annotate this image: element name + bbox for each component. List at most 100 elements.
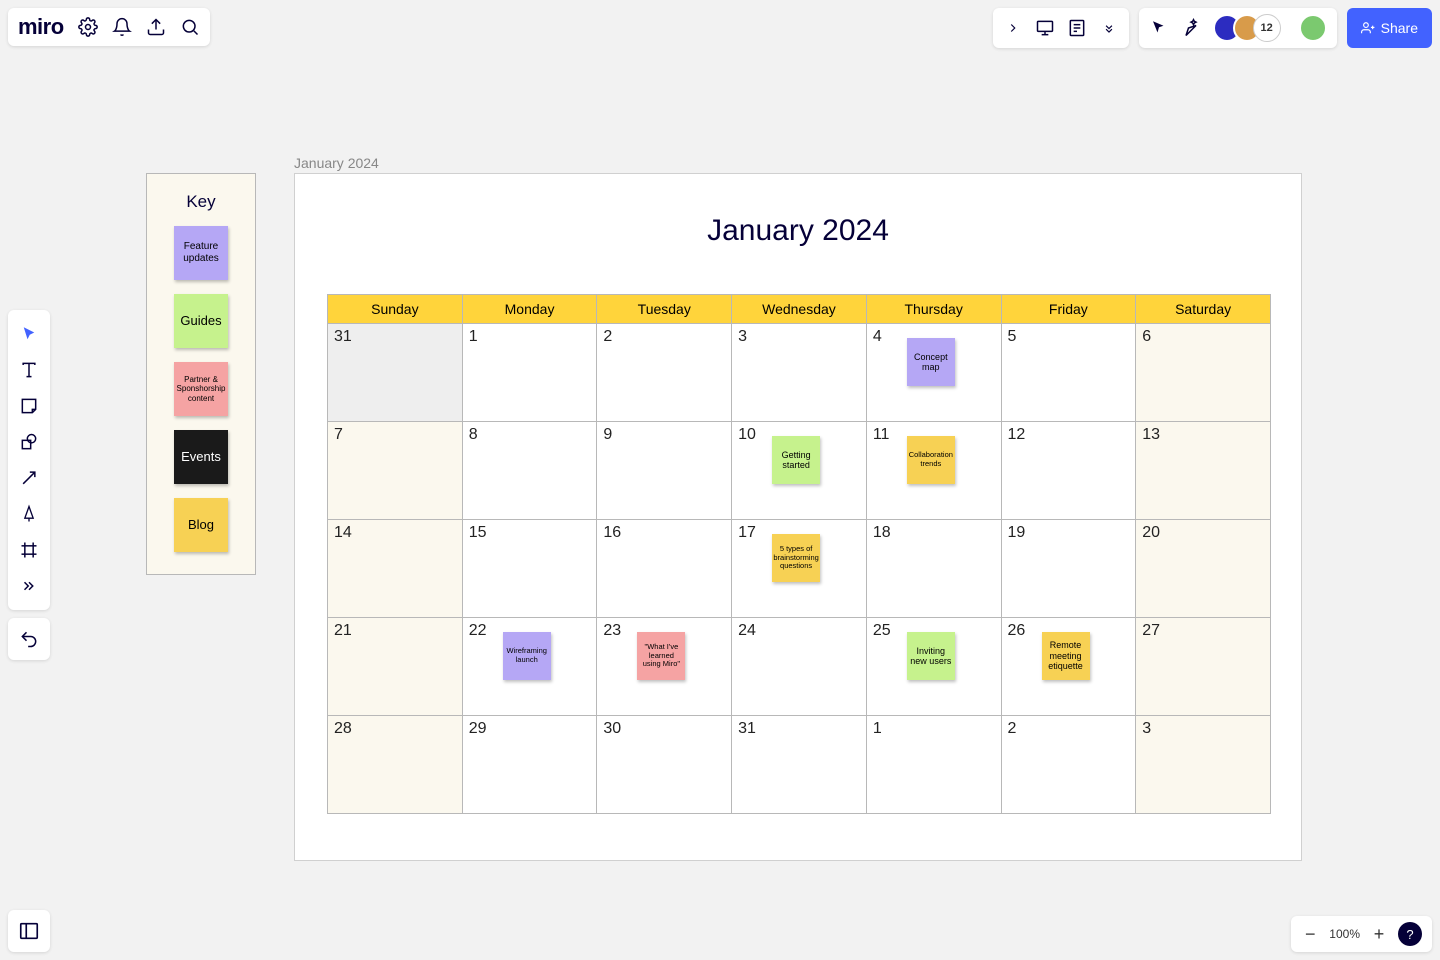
calendar-cell[interactable]: 1 — [866, 716, 1001, 814]
more-tools[interactable] — [8, 568, 50, 604]
calendar-sticky[interactable]: "What I've learned using Miro" — [637, 632, 685, 680]
calendar-sticky[interactable]: Getting started — [772, 436, 820, 484]
collab-group: 12 — [1139, 8, 1337, 48]
calendar-cell[interactable]: 15 — [462, 520, 597, 618]
calendar-cell[interactable]: 1 — [462, 324, 597, 422]
day-number: 16 — [603, 524, 725, 542]
calendar-cell[interactable]: 10Getting started — [732, 422, 867, 520]
key-sticky[interactable]: Feature updates — [174, 226, 228, 280]
pen-tool[interactable] — [8, 496, 50, 532]
share-button[interactable]: Share — [1347, 8, 1432, 48]
calendar-cell[interactable]: 21 — [328, 618, 463, 716]
export-icon[interactable] — [146, 17, 166, 37]
calendar-cell[interactable]: 13 — [1136, 422, 1271, 520]
calendar-cell[interactable]: 22Wireframing launch — [462, 618, 597, 716]
zoom-in-button[interactable]: + — [1370, 925, 1388, 943]
connection-line-tool[interactable] — [8, 460, 50, 496]
calendar-cell[interactable]: 3 — [1136, 716, 1271, 814]
day-number: 28 — [334, 720, 456, 738]
calendar-cell[interactable]: 16 — [597, 520, 732, 618]
notes-icon[interactable] — [1067, 18, 1087, 38]
key-panel[interactable]: Key Feature updatesGuidesPartner & Spons… — [146, 173, 256, 575]
calendar-sticky[interactable]: Inviting new users — [907, 632, 955, 680]
zoom-value[interactable]: 100% — [1329, 927, 1360, 941]
day-header: Wednesday — [732, 295, 867, 324]
view-controls-group — [993, 8, 1129, 48]
calendar-cell[interactable]: 2 — [597, 324, 732, 422]
calendar-cell[interactable]: 3 — [732, 324, 867, 422]
calendar-cell[interactable]: 11Collaboration trends — [866, 422, 1001, 520]
day-number: 8 — [469, 426, 591, 444]
calendar-cell[interactable]: 30 — [597, 716, 732, 814]
avatar-overflow-count[interactable]: 12 — [1253, 14, 1281, 42]
day-number: 21 — [334, 622, 456, 640]
calendar-sticky[interactable]: Collaboration trends — [907, 436, 955, 484]
day-header: Friday — [1001, 295, 1136, 324]
text-tool[interactable] — [8, 352, 50, 388]
cursor-icon[interactable] — [1149, 18, 1169, 38]
calendar-sticky[interactable]: 5 types of brainstorming questions — [772, 534, 820, 582]
day-number: 1 — [469, 328, 591, 346]
share-label: Share — [1381, 20, 1418, 36]
calendar-cell[interactable]: 24 — [732, 618, 867, 716]
more-chevron-icon[interactable] — [1099, 18, 1119, 38]
calendar-cell[interactable]: 14 — [328, 520, 463, 618]
chevron-right-icon[interactable] — [1003, 18, 1023, 38]
frame-label[interactable]: January 2024 — [294, 155, 379, 171]
key-sticky[interactable]: Blog — [174, 498, 228, 552]
key-sticky[interactable]: Partner & Sponshorship content — [174, 362, 228, 416]
calendar-cell[interactable]: 4Concept map — [866, 324, 1001, 422]
day-number: 14 — [334, 524, 456, 542]
left-toolbar — [8, 310, 50, 610]
zoom-out-button[interactable]: − — [1301, 925, 1319, 943]
undo-button[interactable] — [8, 618, 50, 660]
day-header: Saturday — [1136, 295, 1271, 324]
reactions-icon[interactable] — [1181, 18, 1201, 38]
calendar-cell[interactable]: 175 types of brainstorming questions — [732, 520, 867, 618]
collaborator-avatars[interactable]: 12 — [1213, 14, 1281, 42]
search-icon[interactable] — [180, 17, 200, 37]
calendar-sticky[interactable]: Wireframing launch — [503, 632, 551, 680]
day-number: 30 — [603, 720, 725, 738]
calendar-cell[interactable]: 31 — [328, 324, 463, 422]
day-number: 5 — [1008, 328, 1130, 346]
calendar-cell[interactable]: 5 — [1001, 324, 1136, 422]
miro-logo[interactable]: miro — [18, 14, 64, 40]
calendar-sticky[interactable]: Remote meeting etiquette — [1042, 632, 1090, 680]
calendar-cell[interactable]: 27 — [1136, 618, 1271, 716]
day-number: 7 — [334, 426, 456, 444]
current-user-avatar[interactable] — [1299, 14, 1327, 42]
calendar-cell[interactable]: 12 — [1001, 422, 1136, 520]
sticky-note-tool[interactable] — [8, 388, 50, 424]
presentation-icon[interactable] — [1035, 18, 1055, 38]
calendar-cell[interactable]: 23"What I've learned using Miro" — [597, 618, 732, 716]
help-button[interactable]: ? — [1398, 922, 1422, 946]
calendar-sticky[interactable]: Concept map — [907, 338, 955, 386]
calendar-cell[interactable]: 2 — [1001, 716, 1136, 814]
calendar-cell[interactable]: 25Inviting new users — [866, 618, 1001, 716]
panel-toggle[interactable] — [8, 910, 50, 952]
day-number: 29 — [469, 720, 591, 738]
calendar-cell[interactable]: 8 — [462, 422, 597, 520]
key-sticky[interactable]: Guides — [174, 294, 228, 348]
frame-tool[interactable] — [8, 532, 50, 568]
calendar-frame[interactable]: January 2024 SundayMondayTuesdayWednesda… — [294, 173, 1302, 861]
notifications-icon[interactable] — [112, 17, 132, 37]
calendar-cell[interactable]: 29 — [462, 716, 597, 814]
calendar-cell[interactable]: 20 — [1136, 520, 1271, 618]
calendar-cell[interactable]: 26Remote meeting etiquette — [1001, 618, 1136, 716]
calendar-cell[interactable]: 19 — [1001, 520, 1136, 618]
calendar-cell[interactable]: 28 — [328, 716, 463, 814]
calendar-cell[interactable]: 7 — [328, 422, 463, 520]
day-number: 24 — [738, 622, 860, 640]
day-number: 15 — [469, 524, 591, 542]
calendar-cell[interactable]: 31 — [732, 716, 867, 814]
calendar-table[interactable]: SundayMondayTuesdayWednesdayThursdayFrid… — [327, 294, 1271, 814]
calendar-cell[interactable]: 9 — [597, 422, 732, 520]
shapes-tool[interactable] — [8, 424, 50, 460]
settings-icon[interactable] — [78, 17, 98, 37]
calendar-cell[interactable]: 6 — [1136, 324, 1271, 422]
select-tool[interactable] — [8, 316, 50, 352]
key-sticky[interactable]: Events — [174, 430, 228, 484]
calendar-cell[interactable]: 18 — [866, 520, 1001, 618]
